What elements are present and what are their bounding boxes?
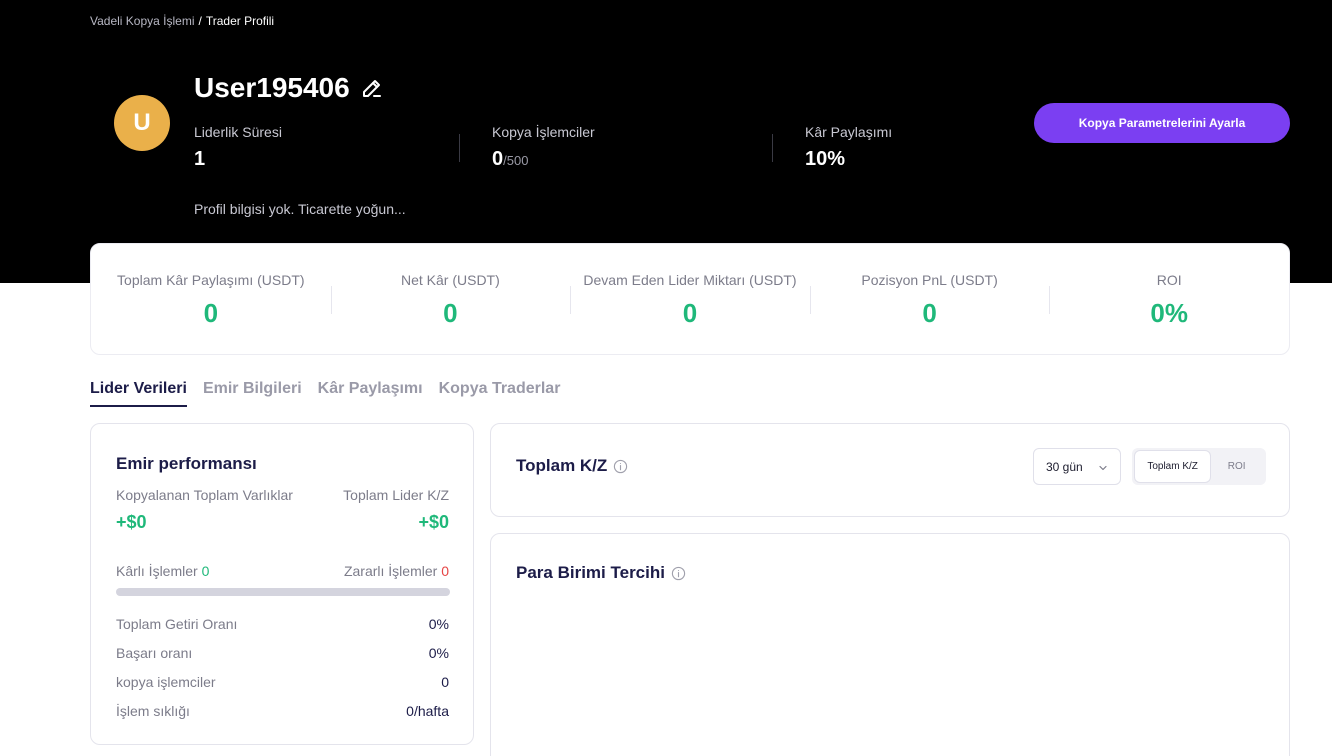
chevron-down-icon	[1098, 462, 1108, 472]
stat-copy-traders: Kopya İşlemciler 0/500	[492, 124, 595, 171]
summary-value: 0%	[1150, 298, 1188, 328]
total-pnl-card: Toplam K/Z 30 gün Toplam K/Z ROI	[490, 423, 1290, 517]
profile-bio: Profil bilgisi yok. Ticarette yoğun...	[194, 201, 406, 217]
tab-copy-traders[interactable]: Kopya Traderlar	[439, 380, 561, 407]
summary-label: Net Kâr (USDT)	[400, 272, 500, 288]
info-icon[interactable]	[613, 459, 628, 474]
leader-pnl-value: +$0	[418, 512, 449, 532]
card-title: Toplam K/Z	[516, 456, 608, 475]
stat-divider	[772, 134, 773, 162]
profitable-trades-count: 0	[201, 563, 210, 579]
stat-value: 0/500	[492, 148, 529, 170]
kv-value: 0/hafta	[406, 703, 449, 719]
copied-assets-label: Kopyalanan Toplam Varlıklar	[116, 487, 293, 503]
leader-pnl-label: Toplam Lider K/Z	[343, 487, 449, 503]
summary-value: 0	[682, 298, 698, 328]
summary-value: 0	[203, 298, 219, 328]
stat-label: Kopya İşlemciler	[492, 124, 595, 140]
summary-label: Toplam Kâr Paylaşımı (USDT)	[117, 272, 305, 288]
summary-card: Toplam Kâr Paylaşımı (USDT) 0 Net Kâr (U…	[90, 243, 1290, 355]
kv-value: 0%	[428, 616, 449, 632]
kv-label: Toplam Getiri Oranı	[116, 616, 238, 632]
pnl-roi-toggle: Toplam K/Z ROI	[1132, 448, 1266, 485]
summary-label: ROI	[1156, 272, 1182, 288]
card-title-row: Para Birimi Tercihi	[516, 563, 686, 583]
summary-ongoing-leader-amount: Devam Eden Lider Miktarı (USDT) 0	[570, 244, 810, 354]
losing-trades-count: 0	[441, 563, 449, 579]
breadcrumb-current: Trader Profili	[205, 14, 275, 28]
stat-divider	[459, 134, 460, 162]
stat-value: 1	[194, 148, 206, 170]
period-select-value: 30 gün	[1046, 459, 1083, 474]
win-loss-bar	[116, 588, 450, 596]
summary-net-profit: Net Kâr (USDT) 0	[330, 244, 571, 354]
period-select[interactable]: 30 gün	[1033, 448, 1121, 485]
profile-tabs: Lider Verileri Emir Bilgileri Kâr Paylaş…	[90, 380, 560, 407]
kv-label: İşlem sıklığı	[116, 703, 190, 719]
stat-label: Kâr Paylaşımı	[805, 124, 893, 140]
summary-value: 0	[443, 298, 458, 328]
summary-label: Pozisyon PnL (USDT)	[861, 272, 998, 288]
breadcrumb-separator: /	[198, 14, 202, 28]
avatar: U	[114, 95, 170, 151]
breadcrumb: Vadeli Kopya İşlemi / Trader Profili	[90, 14, 274, 28]
stat-label: Liderlik Süresi	[194, 124, 282, 140]
kv-label: kopya işlemciler	[116, 674, 216, 690]
copied-assets-value: +$0	[116, 512, 147, 532]
stat-profit-share: Kâr Paylaşımı 10%	[805, 124, 892, 171]
profitable-trades-label: Kârlı İşlemler	[116, 563, 198, 579]
profitable-trades: Kârlı İşlemler 0	[116, 563, 209, 579]
kv-value: 0	[441, 674, 449, 690]
username-row: User195406	[194, 72, 384, 104]
kv-label: Başarı oranı	[116, 645, 193, 661]
toggle-total-pnl[interactable]: Toplam K/Z	[1135, 451, 1211, 482]
order-performance-card: Emir performansı Kopyalanan Toplam Varlı…	[90, 423, 474, 745]
card-title: Para Birimi Tercihi	[516, 563, 665, 582]
tab-leader-data[interactable]: Lider Verileri	[90, 380, 187, 407]
currency-preference-card: Para Birimi Tercihi	[490, 533, 1290, 756]
username: User195406	[194, 72, 350, 103]
summary-position-pnl: Pozisyon PnL (USDT) 0	[809, 244, 1050, 354]
info-icon[interactable]	[671, 566, 686, 581]
kv-value: 0%	[428, 645, 449, 661]
summary-roi: ROI 0%	[1049, 244, 1289, 354]
edit-pencil-icon[interactable]	[360, 76, 384, 100]
tab-profit-share[interactable]: Kâr Paylaşımı	[318, 380, 423, 407]
stat-value: 10%	[805, 148, 846, 170]
stat-leadership-duration: Liderlik Süresi 1	[194, 124, 282, 171]
losing-trades: Zararlı İşlemler 0	[344, 563, 449, 579]
summary-value: 0	[922, 298, 937, 328]
summary-total-profit-share: Toplam Kâr Paylaşımı (USDT) 0	[91, 244, 331, 354]
set-copy-parameters-button[interactable]: Kopya Parametrelerini Ayarla	[1034, 103, 1290, 143]
tab-order-info[interactable]: Emir Bilgileri	[203, 380, 302, 407]
card-title: Emir performansı	[116, 454, 257, 473]
breadcrumb-parent[interactable]: Vadeli Kopya İşlemi	[90, 14, 195, 28]
toggle-roi[interactable]: ROI	[1210, 451, 1263, 482]
profile-header: Vadeli Kopya İşlemi / Trader Profili U Use…	[0, 0, 1332, 283]
card-title-row: Toplam K/Z	[516, 456, 628, 476]
losing-trades-label: Zararlı İşlemler	[343, 563, 438, 579]
summary-label: Devam Eden Lider Miktarı (USDT)	[583, 272, 797, 288]
